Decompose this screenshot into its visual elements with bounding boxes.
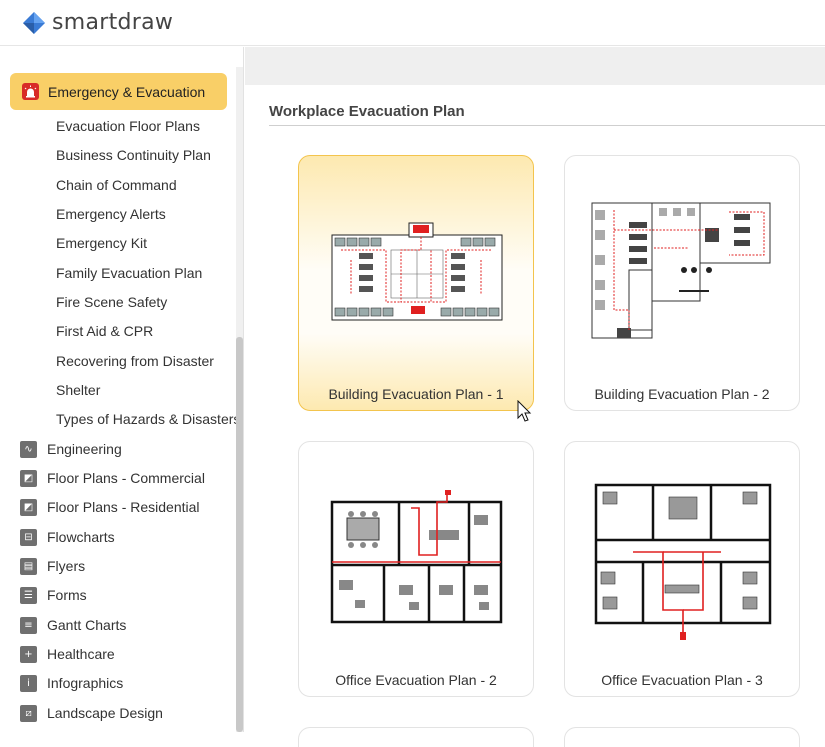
category-flyers[interactable]: ▤ Flyers <box>20 555 85 577</box>
info-icon: i <box>20 674 37 692</box>
template-card-building-evacuation-2[interactable]: Building Evacuation Plan - 2 <box>564 155 800 411</box>
category-infographics[interactable]: i Infographics <box>20 672 123 694</box>
gantt-icon: ≡ <box>20 616 37 634</box>
landscape-icon: ⧄ <box>20 704 37 722</box>
category-label: Infographics <box>47 675 124 691</box>
top-bar: smartdraw <box>0 0 825 46</box>
template-label: Office Evacuation Plan - 3 <box>601 672 763 688</box>
template-card-office-evacuation-2[interactable]: Office Evacuation Plan - 2 <box>298 441 534 697</box>
category-label: Gantt Charts <box>47 617 127 633</box>
category-label: Emergency & Evacuation <box>48 83 206 100</box>
emergency-siren-icon <box>22 83 39 100</box>
form-icon: ☰ <box>20 586 37 604</box>
subitem-family-evacuation-plan[interactable]: Family Evacuation Plan <box>56 265 202 281</box>
document-icon: ▤ <box>20 557 37 575</box>
subitem-evacuation-floor-plans[interactable]: Evacuation Floor Plans <box>56 118 200 134</box>
template-card-building-evacuation-1[interactable]: Building Evacuation Plan - 1 <box>298 155 534 411</box>
flowchart-icon: ⊟ <box>20 528 37 546</box>
category-label: Landscape Design <box>47 705 163 721</box>
subitem-fire-scene-safety[interactable]: Fire Scene Safety <box>56 294 167 310</box>
subitem-business-continuity-plan[interactable]: Business Continuity Plan <box>56 147 211 163</box>
smartdraw-logo-icon <box>23 11 45 34</box>
category-landscape-design[interactable]: ⧄ Landscape Design <box>20 702 163 724</box>
template-card-partial[interactable] <box>564 727 800 747</box>
floorplan-icon: ◩ <box>20 469 37 487</box>
plus-icon: + <box>20 645 37 663</box>
template-card-partial[interactable] <box>298 727 534 747</box>
scrollbar-thumb[interactable] <box>236 337 243 732</box>
template-thumbnail <box>591 202 771 339</box>
template-label: Building Evacuation Plan - 1 <box>328 386 504 402</box>
category-label: Forms <box>47 587 87 603</box>
category-gantt-charts[interactable]: ≡ Gantt Charts <box>20 614 126 636</box>
section-divider <box>269 125 825 126</box>
template-thumbnail <box>330 490 503 624</box>
category-emergency-evacuation[interactable]: Emergency & Evacuation <box>10 73 227 110</box>
logo-text: smartdraw <box>52 10 174 35</box>
template-thumbnail <box>594 483 772 640</box>
template-label: Office Evacuation Plan - 2 <box>335 672 497 688</box>
smartdraw-logo[interactable]: smartdraw <box>22 10 173 35</box>
subitem-recovering-from-disaster[interactable]: Recovering from Disaster <box>56 353 214 369</box>
subitem-emergency-alerts[interactable]: Emergency Alerts <box>56 206 166 222</box>
template-label: Building Evacuation Plan - 2 <box>594 386 770 402</box>
waveform-icon: ∿ <box>20 440 37 458</box>
template-gallery: Workplace Evacuation Plan Building Evacu… <box>245 47 825 747</box>
category-healthcare[interactable]: + Healthcare <box>20 643 115 665</box>
category-flowcharts[interactable]: ⊟ Flowcharts <box>20 526 115 548</box>
sidebar-scrollbar[interactable] <box>236 67 243 732</box>
subitem-emergency-kit[interactable]: Emergency Kit <box>56 235 147 251</box>
category-engineering[interactable]: ∿ Engineering <box>20 438 122 460</box>
subitem-shelter[interactable]: Shelter <box>56 382 100 398</box>
subitem-chain-of-command[interactable]: Chain of Command <box>56 177 177 193</box>
subitem-first-aid-cpr[interactable]: First Aid & CPR <box>56 323 153 339</box>
category-label: Floor Plans - Commercial <box>47 470 205 486</box>
category-floor-plans-residential[interactable]: ◩ Floor Plans - Residential <box>20 496 200 518</box>
category-floor-plans-commercial[interactable]: ◩ Floor Plans - Commercial <box>20 467 205 489</box>
category-label: Flyers <box>47 558 86 574</box>
category-forms[interactable]: ☰ Forms <box>20 584 87 606</box>
toolbar-strip <box>245 47 825 85</box>
category-label: Engineering <box>47 441 122 457</box>
floorplan-icon: ◩ <box>20 498 37 516</box>
template-card-office-evacuation-3[interactable]: Office Evacuation Plan - 3 <box>564 441 800 697</box>
category-sidebar: Emergency & Evacuation Evacuation Floor … <box>0 47 244 732</box>
category-label: Healthcare <box>47 646 115 662</box>
category-label: Floor Plans - Residential <box>47 499 200 515</box>
category-label: Flowcharts <box>47 529 115 545</box>
mouse-cursor-icon <box>517 400 532 422</box>
section-title: Workplace Evacuation Plan <box>269 103 465 120</box>
template-thumbnail <box>331 222 503 321</box>
subitem-types-of-hazards[interactable]: Types of Hazards & Disasters <box>56 411 240 427</box>
